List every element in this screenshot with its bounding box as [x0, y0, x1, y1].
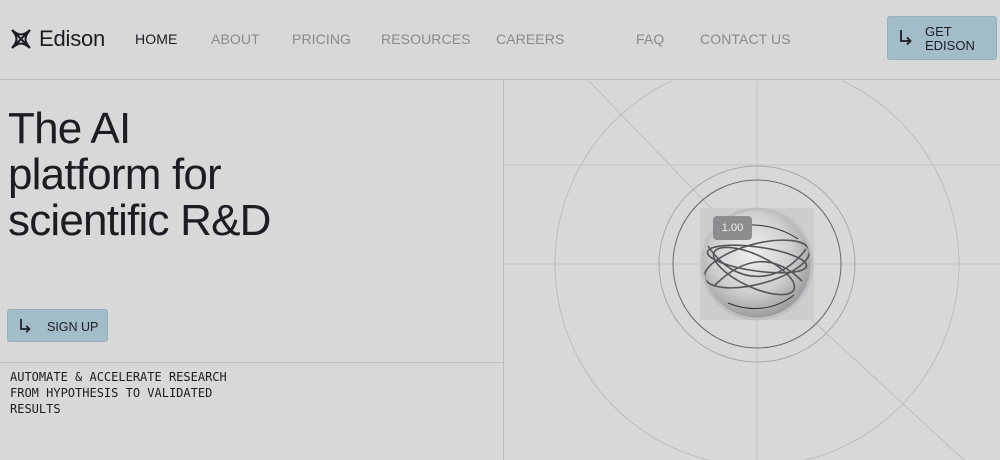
hero-title: The AI platform for scientific R&D	[8, 106, 428, 244]
nav-about[interactable]: ABOUT	[211, 31, 260, 47]
sign-up-label: SIGN UP	[47, 320, 99, 334]
brand-logo[interactable]: Edison	[9, 26, 105, 52]
corner-arrow-icon	[20, 319, 31, 333]
tagline-line: FROM HYPOTHESIS TO VALIDATED	[10, 386, 213, 400]
edison-logo-icon	[11, 29, 31, 49]
corner-arrow-icon	[900, 30, 912, 46]
get-edison-label: GET EDISON	[925, 24, 975, 53]
landing-page: Edison HOME ABOUT PRICING RESOURCES CARE…	[0, 0, 1000, 460]
diagonal-line	[799, 308, 965, 460]
nav-careers[interactable]: CAREERS	[496, 31, 564, 47]
site-header: Edison HOME ABOUT PRICING RESOURCES CARE…	[0, 0, 1000, 80]
nav-resources[interactable]: RESOURCES	[381, 31, 471, 47]
orbit-graphic	[504, 81, 1000, 460]
hero-title-line: The AI	[8, 104, 131, 153]
nav-faq[interactable]: FAQ	[636, 31, 664, 47]
zoom-badge: 1.00	[713, 216, 752, 240]
hero-title-line: scientific R&D	[8, 196, 271, 245]
tagline-line: AUTOMATE & ACCELERATE RESEARCH	[10, 370, 227, 384]
section-divider-horizontal	[0, 362, 503, 363]
nav-home[interactable]: HOME	[135, 31, 177, 47]
brand-name: Edison	[39, 26, 106, 51]
sign-up-button[interactable]: SIGN UP	[7, 309, 108, 342]
hero-visual	[504, 81, 1000, 460]
nav-contact-us[interactable]: CONTACT US	[700, 31, 791, 47]
get-edison-button[interactable]: GET EDISON	[887, 16, 997, 60]
nav-pricing[interactable]: PRICING	[292, 31, 351, 47]
tagline-line: RESULTS	[10, 402, 61, 416]
hero-title-line: platform for	[8, 150, 222, 199]
diagonal-line	[588, 81, 715, 212]
hero-tagline: AUTOMATE & ACCELERATE RESEARCH FROM HYPO…	[10, 369, 310, 417]
